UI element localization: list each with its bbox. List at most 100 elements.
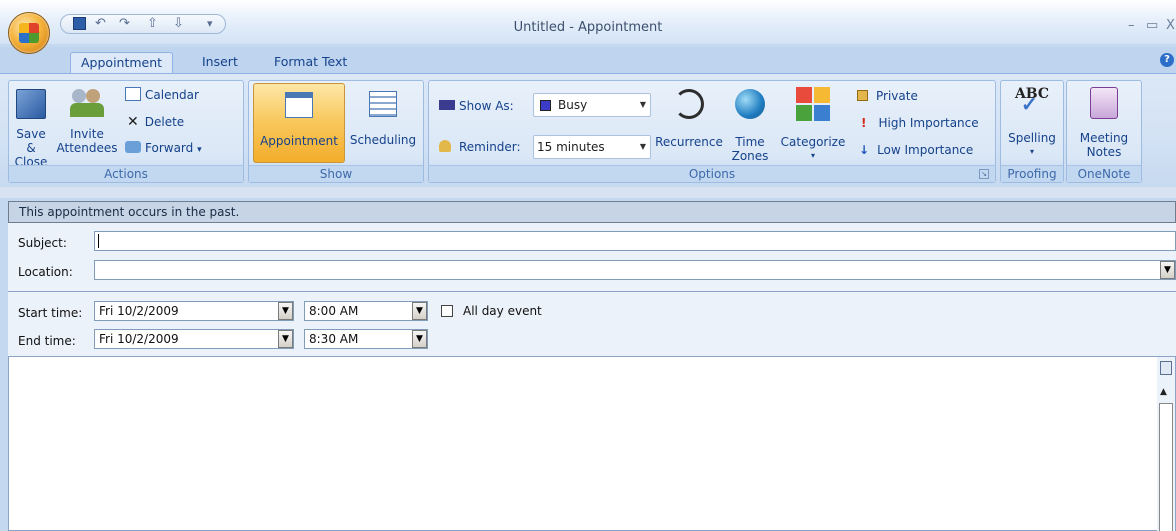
high-importance-button[interactable]: ! High Importance	[861, 116, 979, 130]
checkmark-glyph: ✓	[1021, 92, 1038, 116]
time-zones-label-2: Zones	[731, 149, 769, 163]
lock-icon	[857, 90, 868, 101]
show-as-label: Show As:	[439, 99, 514, 113]
start-date-dropdown-icon[interactable]: ▼	[278, 302, 293, 320]
reminder-label: Reminder:	[439, 140, 521, 154]
scheduling-view-button[interactable]: Scheduling	[345, 83, 421, 147]
reminder-dropdown[interactable]: 15 minutes ▼	[533, 135, 651, 159]
close-button[interactable]: X	[1166, 18, 1175, 33]
private-button[interactable]: Private	[857, 89, 918, 103]
calendar-label: Calendar	[145, 88, 199, 102]
appointment-view-button[interactable]: Appointment	[253, 83, 345, 163]
end-date-input[interactable]: Fri 10/2/2009 ▼	[94, 329, 294, 349]
high-importance-icon: !	[861, 116, 867, 130]
onenote-group-label: OneNote	[1067, 165, 1141, 182]
meeting-notes-label-2: Notes	[1086, 145, 1122, 159]
ribbon: Save & Close Invite Attendees Calendar ✕…	[0, 73, 1176, 187]
show-group-label: Show	[249, 165, 423, 182]
categorize-icon	[796, 87, 830, 121]
ribbon-tabs: Appointment Insert Format Text ?	[0, 47, 1176, 74]
start-date-input[interactable]: Fri 10/2/2009 ▼	[94, 301, 294, 321]
invite-attendees-icon	[70, 87, 104, 119]
office-button[interactable]	[8, 12, 50, 54]
recurrence-button[interactable]: Recurrence	[653, 85, 725, 149]
reminder-text: Reminder:	[459, 140, 521, 154]
forward-dropdown-icon: ▾	[197, 145, 202, 155]
invite-attendees-button[interactable]: Invite Attendees	[53, 85, 121, 155]
show-group: Appointment Scheduling Show	[248, 80, 424, 183]
end-date-dropdown-icon[interactable]: ▼	[278, 330, 293, 348]
minimize-button[interactable]: –	[1128, 18, 1135, 33]
office-logo-icon	[19, 23, 39, 43]
busy-color-icon	[540, 100, 551, 111]
categorize-label: Categorize	[780, 135, 846, 149]
delete-button[interactable]: ✕ Delete	[127, 114, 184, 130]
end-time-value: 8:30 AM	[309, 332, 359, 346]
onenote-group: Meeting Notes OneNote	[1066, 80, 1142, 183]
high-importance-label: High Importance	[878, 116, 979, 130]
text-cursor	[98, 234, 99, 248]
recurrence-icon	[674, 89, 704, 119]
tab-format-text[interactable]: Format Text	[264, 52, 357, 74]
start-time-label: Start time:	[18, 306, 83, 320]
notes-body[interactable]: ▲	[8, 356, 1176, 531]
help-icon[interactable]: ?	[1160, 53, 1174, 67]
all-day-checkbox[interactable]	[441, 305, 453, 317]
proofing-group-label: Proofing	[1001, 165, 1063, 182]
onenote-icon	[1090, 87, 1118, 119]
spelling-label: Spelling	[1008, 131, 1056, 145]
recurrence-label: Recurrence	[655, 135, 723, 149]
spelling-icon: ABC ✓	[1003, 85, 1061, 125]
options-group: Show As: Busy ▼ Reminder: 15 minutes ▼ R…	[428, 80, 996, 183]
spelling-dropdown-icon: ▾	[1029, 147, 1034, 156]
meeting-notes-button[interactable]: Meeting Notes	[1071, 85, 1137, 159]
low-importance-button[interactable]: ↓ Low Importance	[859, 143, 973, 157]
ruler-toggle-icon[interactable]	[1160, 361, 1172, 375]
options-dialog-launcher[interactable]: ↘	[979, 169, 989, 179]
end-date-value: Fri 10/2/2009	[99, 332, 179, 346]
scheduling-view-label: Scheduling	[349, 133, 417, 147]
title-bar: ↶ ↷ ⇧ ⇩ ▾ Untitled - Appointment – ▭ X	[0, 0, 1176, 44]
forward-button[interactable]: Forward ▾	[125, 141, 202, 155]
scroll-track[interactable]	[1159, 403, 1173, 531]
end-time-label: End time:	[18, 334, 76, 348]
save-close-icon	[16, 89, 46, 119]
scroll-up-icon[interactable]: ▲	[1160, 387, 1167, 397]
spelling-button[interactable]: ABC ✓ Spelling ▾	[1003, 85, 1061, 159]
form-separator	[8, 291, 1176, 292]
save-close-button[interactable]: Save & Close	[13, 85, 49, 169]
tab-appointment[interactable]: Appointment	[70, 52, 174, 74]
end-time-dropdown-icon[interactable]: ▼	[412, 330, 427, 348]
maximize-button[interactable]: ▭	[1146, 18, 1158, 33]
location-dropdown-icon[interactable]: ▼	[1160, 261, 1175, 279]
location-input[interactable]: ▼	[94, 260, 1176, 280]
tab-insert[interactable]: Insert	[192, 52, 248, 74]
start-time-input[interactable]: 8:00 AM ▼	[304, 301, 428, 321]
subject-input[interactable]	[94, 231, 1176, 251]
show-as-value: Busy	[558, 98, 588, 112]
delete-label: Delete	[144, 115, 185, 129]
save-close-label-1: Save &	[16, 127, 46, 155]
vertical-scrollbar[interactable]: ▲	[1157, 357, 1175, 531]
time-zones-button[interactable]: Time Zones	[727, 85, 773, 163]
categorize-button[interactable]: Categorize ▾	[775, 85, 851, 163]
scheduling-icon	[369, 91, 397, 117]
show-as-dropdown[interactable]: Busy ▼	[533, 93, 651, 117]
subject-label: Subject:	[18, 236, 67, 250]
all-day-label: All day event	[463, 304, 542, 318]
options-group-label: Options	[429, 165, 995, 182]
low-importance-icon: ↓	[859, 143, 870, 157]
ribbon-divider	[0, 187, 1176, 198]
globe-icon	[735, 89, 765, 119]
proofing-group: ABC ✓ Spelling ▾ Proofing	[1000, 80, 1064, 183]
start-date-value: Fri 10/2/2009	[99, 304, 179, 318]
reminder-value: 15 minutes	[537, 140, 605, 154]
calendar-button[interactable]: Calendar	[125, 87, 199, 102]
reminder-dropdown-icon: ▼	[639, 142, 646, 151]
categorize-dropdown-icon: ▾	[810, 151, 815, 160]
start-time-dropdown-icon[interactable]: ▼	[412, 302, 427, 320]
calendar-icon	[125, 87, 141, 101]
low-importance-label: Low Importance	[877, 143, 974, 157]
actions-group-label: Actions	[9, 165, 243, 182]
end-time-input[interactable]: 8:30 AM ▼	[304, 329, 428, 349]
